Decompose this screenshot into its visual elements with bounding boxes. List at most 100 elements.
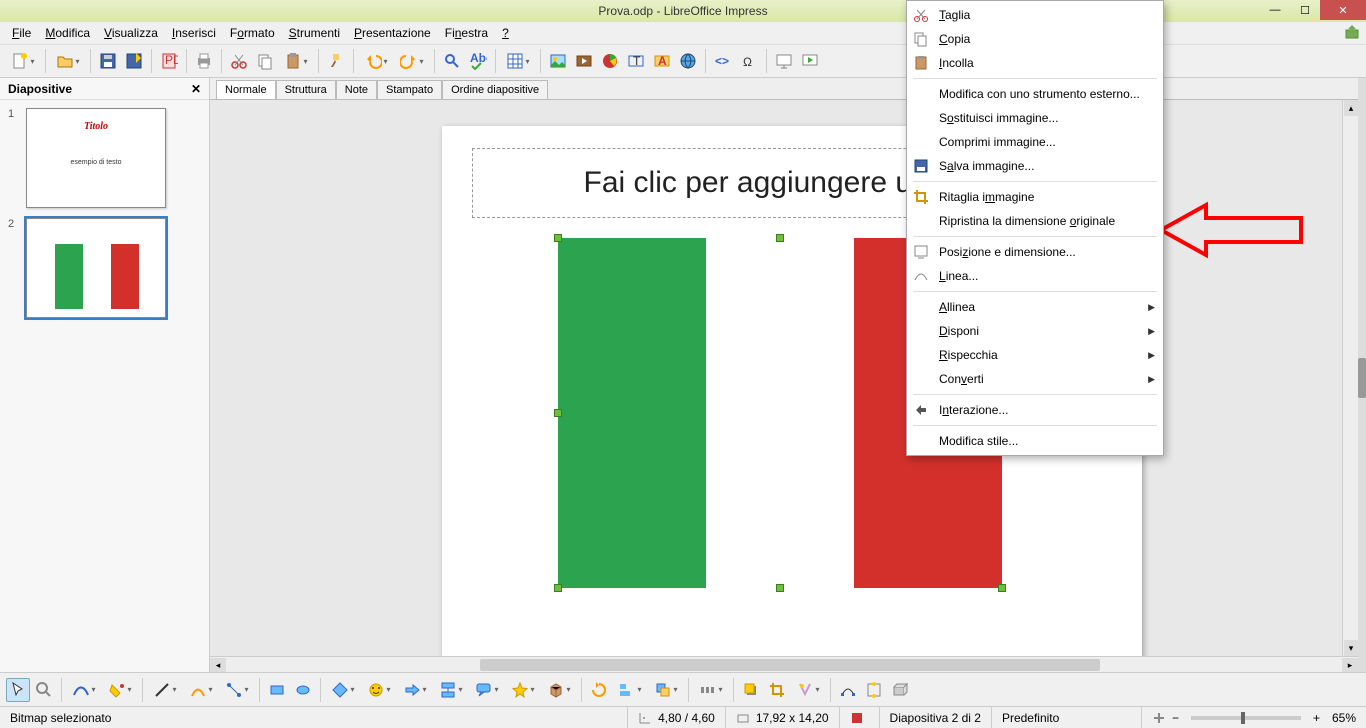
zoom-icon[interactable] <box>32 678 56 702</box>
line-color-icon[interactable]: ▾ <box>67 678 101 702</box>
resize-handle[interactable] <box>554 584 562 592</box>
menu-formato[interactable]: Formato <box>224 24 281 42</box>
zoom-slider[interactable] <box>1191 716 1301 720</box>
resize-handle[interactable] <box>554 234 562 242</box>
table-icon[interactable]: ▾ <box>501 49 535 73</box>
chart-icon[interactable] <box>598 49 622 73</box>
special-char-icon[interactable]: Ω <box>737 49 761 73</box>
rotate-icon[interactable] <box>587 678 611 702</box>
resize-handle[interactable] <box>776 234 784 242</box>
textbox-icon[interactable]: T <box>624 49 648 73</box>
slideshow-start-icon[interactable] <box>798 49 822 73</box>
resize-handle[interactable] <box>776 584 784 592</box>
ctx-mirror[interactable]: Rispecchia▶ <box>907 343 1163 367</box>
symbol-shapes-icon[interactable]: ▾ <box>362 678 396 702</box>
ctx-align[interactable]: Allinea▶ <box>907 295 1163 319</box>
ctx-arrange[interactable]: Disponi▶ <box>907 319 1163 343</box>
image-icon[interactable] <box>546 49 570 73</box>
print-icon[interactable] <box>192 49 216 73</box>
ctx-compress-image[interactable]: Comprimi immagine... <box>907 130 1163 154</box>
resize-handle[interactable] <box>998 584 1006 592</box>
menu-presentazione[interactable]: Presentazione <box>348 24 437 42</box>
tab-stampato[interactable]: Stampato <box>377 80 442 99</box>
fontwork-icon[interactable]: A <box>650 49 674 73</box>
ctx-copy[interactable]: Copia <box>907 27 1163 51</box>
maximize-button[interactable]: ☐ <box>1290 0 1320 20</box>
ctx-position-size[interactable]: Posizione e dimensione... <box>907 240 1163 264</box>
vertical-scrollbar[interactable]: ▴▾ <box>1342 100 1358 656</box>
format-paintbrush-icon[interactable] <box>324 49 348 73</box>
tab-normale[interactable]: Normale <box>216 80 276 99</box>
flowchart-icon[interactable]: ▾ <box>434 678 468 702</box>
horizontal-scrollbar[interactable]: ◂▸ <box>210 656 1358 672</box>
shadow-icon[interactable] <box>739 678 763 702</box>
slide-thumb-2[interactable]: 2 <box>8 218 201 318</box>
spellcheck-icon[interactable]: Abc <box>466 49 490 73</box>
points-icon[interactable] <box>836 678 860 702</box>
html-source-icon[interactable]: <> <box>711 49 735 73</box>
new-doc-icon[interactable]: ▾ <box>6 49 40 73</box>
menu-visualizza[interactable]: Visualizza <box>98 24 164 42</box>
hyperlink-icon[interactable] <box>676 49 700 73</box>
arrange-icon[interactable]: ▾ <box>649 678 683 702</box>
distribute-icon[interactable]: ▾ <box>694 678 728 702</box>
stars-icon[interactable]: ▾ <box>506 678 540 702</box>
rect-icon[interactable] <box>265 678 289 702</box>
save-as-icon[interactable] <box>122 49 146 73</box>
undo-icon[interactable]: ▾ <box>359 49 393 73</box>
find-replace-icon[interactable] <box>440 49 464 73</box>
zoom-controls[interactable]: − + 65% <box>1142 707 1366 728</box>
menu-strumenti[interactable]: Strumenti <box>283 24 346 42</box>
open-icon[interactable]: ▾ <box>51 49 85 73</box>
tab-note[interactable]: Note <box>336 80 377 99</box>
ctx-edit-external[interactable]: Modifica con uno strumento esterno... <box>907 82 1163 106</box>
ctx-save-image[interactable]: Salva immagine... <box>907 154 1163 178</box>
pointer-icon[interactable] <box>6 678 30 702</box>
menu-inserisci[interactable]: Inserisci <box>166 24 222 42</box>
crop-tool-icon[interactable] <box>765 678 789 702</box>
menu-finestra[interactable]: Finestra <box>439 24 494 42</box>
ctx-replace-image[interactable]: Sostituisci immagine... <box>907 106 1163 130</box>
ctx-crop-image[interactable]: Ritaglia immagine <box>907 185 1163 209</box>
minimize-button[interactable]: — <box>1260 0 1290 20</box>
glue-points-icon[interactable] <box>862 678 886 702</box>
block-arrows-icon[interactable]: ▾ <box>398 678 432 702</box>
ctx-convert[interactable]: Converti▶ <box>907 367 1163 391</box>
menu-file[interactable]: File <box>6 24 37 42</box>
line-tool-icon[interactable]: ▾ <box>148 678 182 702</box>
basic-shapes-icon[interactable]: ▾ <box>326 678 360 702</box>
menu-help[interactable]: ? <box>496 24 515 42</box>
ctx-edit-style[interactable]: Modifica stile... <box>907 429 1163 453</box>
export-pdf-icon[interactable]: PDF <box>157 49 181 73</box>
fill-color-icon[interactable]: ▾ <box>103 678 137 702</box>
canvas-area[interactable]: Fai clic per aggiungere un titolo ▴▾ <box>210 100 1358 656</box>
connector-icon[interactable]: ▾ <box>220 678 254 702</box>
slide-thumb-1[interactable]: 1 Titolo esempio di testo <box>8 108 201 208</box>
close-panel-icon[interactable]: ✕ <box>191 82 201 96</box>
right-splitter[interactable] <box>1358 78 1366 672</box>
ctx-original-size[interactable]: Ripristina la dimensione originale <box>907 209 1163 233</box>
menu-modifica[interactable]: Modifica <box>39 24 96 42</box>
align-icon[interactable]: ▾ <box>613 678 647 702</box>
paste-icon[interactable]: ▾ <box>279 49 313 73</box>
cut-icon[interactable] <box>227 49 251 73</box>
update-icon[interactable] <box>1344 24 1362 42</box>
ctx-paste[interactable]: Incolla <box>907 51 1163 75</box>
ellipse-icon[interactable] <box>291 678 315 702</box>
3d-shapes-icon[interactable]: ▾ <box>542 678 576 702</box>
save-icon[interactable] <box>96 49 120 73</box>
media-icon[interactable] <box>572 49 596 73</box>
tab-struttura[interactable]: Struttura <box>276 80 336 99</box>
ctx-cut[interactable]: Taglia <box>907 3 1163 27</box>
curve-tool-icon[interactable]: ▾ <box>184 678 218 702</box>
close-button[interactable]: ✕ <box>1320 0 1366 20</box>
filter-icon[interactable]: ▾ <box>791 678 825 702</box>
copy-icon[interactable] <box>253 49 277 73</box>
slideshow-icon[interactable] <box>772 49 796 73</box>
redo-icon[interactable]: ▾ <box>395 49 429 73</box>
callouts-icon[interactable]: ▾ <box>470 678 504 702</box>
ctx-interaction[interactable]: Interazione... <box>907 398 1163 422</box>
resize-handle[interactable] <box>554 409 562 417</box>
ctx-line[interactable]: Linea... <box>907 264 1163 288</box>
tab-ordine[interactable]: Ordine diapositive <box>442 80 548 99</box>
